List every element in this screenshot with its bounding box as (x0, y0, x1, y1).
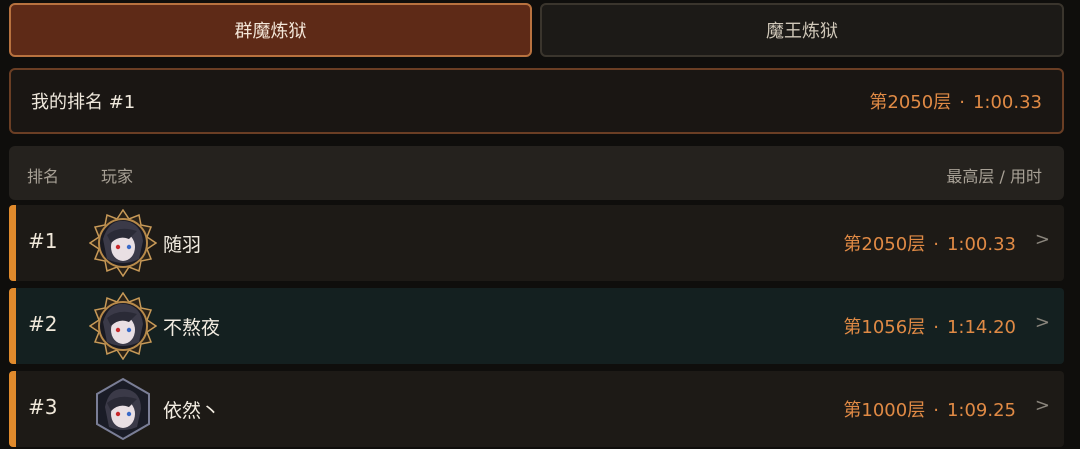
row-score: 第1056层 · 1:14.20 (843, 313, 1016, 339)
header-rank: 排名 (27, 167, 60, 186)
tab-bar: 群魔炼狱 魔王炼狱 (9, 3, 1064, 59)
row-floor: 第2050层 (843, 234, 926, 255)
row-rank: #1 (28, 229, 58, 253)
chevron-right-icon: > (1034, 395, 1050, 416)
tab-label: 魔王炼狱 (766, 21, 838, 42)
chevron-right-icon: > (1034, 312, 1050, 333)
row-rank: #3 (28, 395, 58, 419)
row-accent-bar (9, 288, 16, 364)
my-rank-label: 我的排名 #1 (31, 92, 136, 113)
chevron-right-icon: > (1034, 229, 1050, 250)
tab-label: 群魔炼狱 (234, 21, 307, 42)
player-name: 随羽 (163, 234, 202, 256)
leaderboard-header: 排名 玩家 最高层 / 用时 (9, 146, 1064, 200)
separator-dot: · (933, 317, 939, 338)
my-rank-score: 第2050层 · 1:00.33 (869, 88, 1042, 114)
player-name: 依然丶 (163, 400, 221, 422)
row-score: 第2050层 · 1:00.33 (843, 230, 1016, 256)
header-player: 玩家 (101, 167, 134, 186)
row-score: 第1000层 · 1:09.25 (843, 396, 1016, 422)
separator-dot: · (933, 400, 939, 421)
row-floor: 第1000层 (843, 400, 926, 421)
row-accent-bar (9, 371, 16, 447)
separator-dot: · (959, 92, 965, 113)
leaderboard-row[interactable]: #2 不熬夜 第1056层 · 1:14.20 > (9, 288, 1064, 364)
leaderboard-row[interactable]: #3 依然丶 第1000层 · 1:09.25 > (9, 371, 1064, 447)
row-floor: 第1056层 (843, 317, 926, 338)
row-time: 1:14.20 (946, 317, 1016, 338)
row-time: 1:09.25 (946, 400, 1016, 421)
my-rank-time: 1:00.33 (972, 92, 1042, 113)
tab-qunmo[interactable]: 群魔炼狱 (9, 3, 532, 57)
my-rank-panel: 我的排名 #1 第2050层 · 1:00.33 (9, 68, 1064, 134)
avatar (89, 292, 157, 360)
row-rank: #2 (28, 312, 58, 336)
row-accent-bar (9, 205, 16, 281)
leaderboard-row[interactable]: #1 随羽 第2050层 · 1:00.33 > (9, 205, 1064, 281)
row-time: 1:00.33 (946, 234, 1016, 255)
my-rank-floor: 第2050层 (869, 92, 952, 113)
avatar (89, 209, 157, 277)
player-name: 不熬夜 (163, 317, 221, 339)
tab-mowang[interactable]: 魔王炼狱 (540, 3, 1064, 57)
separator-dot: · (933, 234, 939, 255)
avatar (96, 377, 150, 441)
header-best-floor-time: 最高层 / 用时 (946, 167, 1042, 186)
